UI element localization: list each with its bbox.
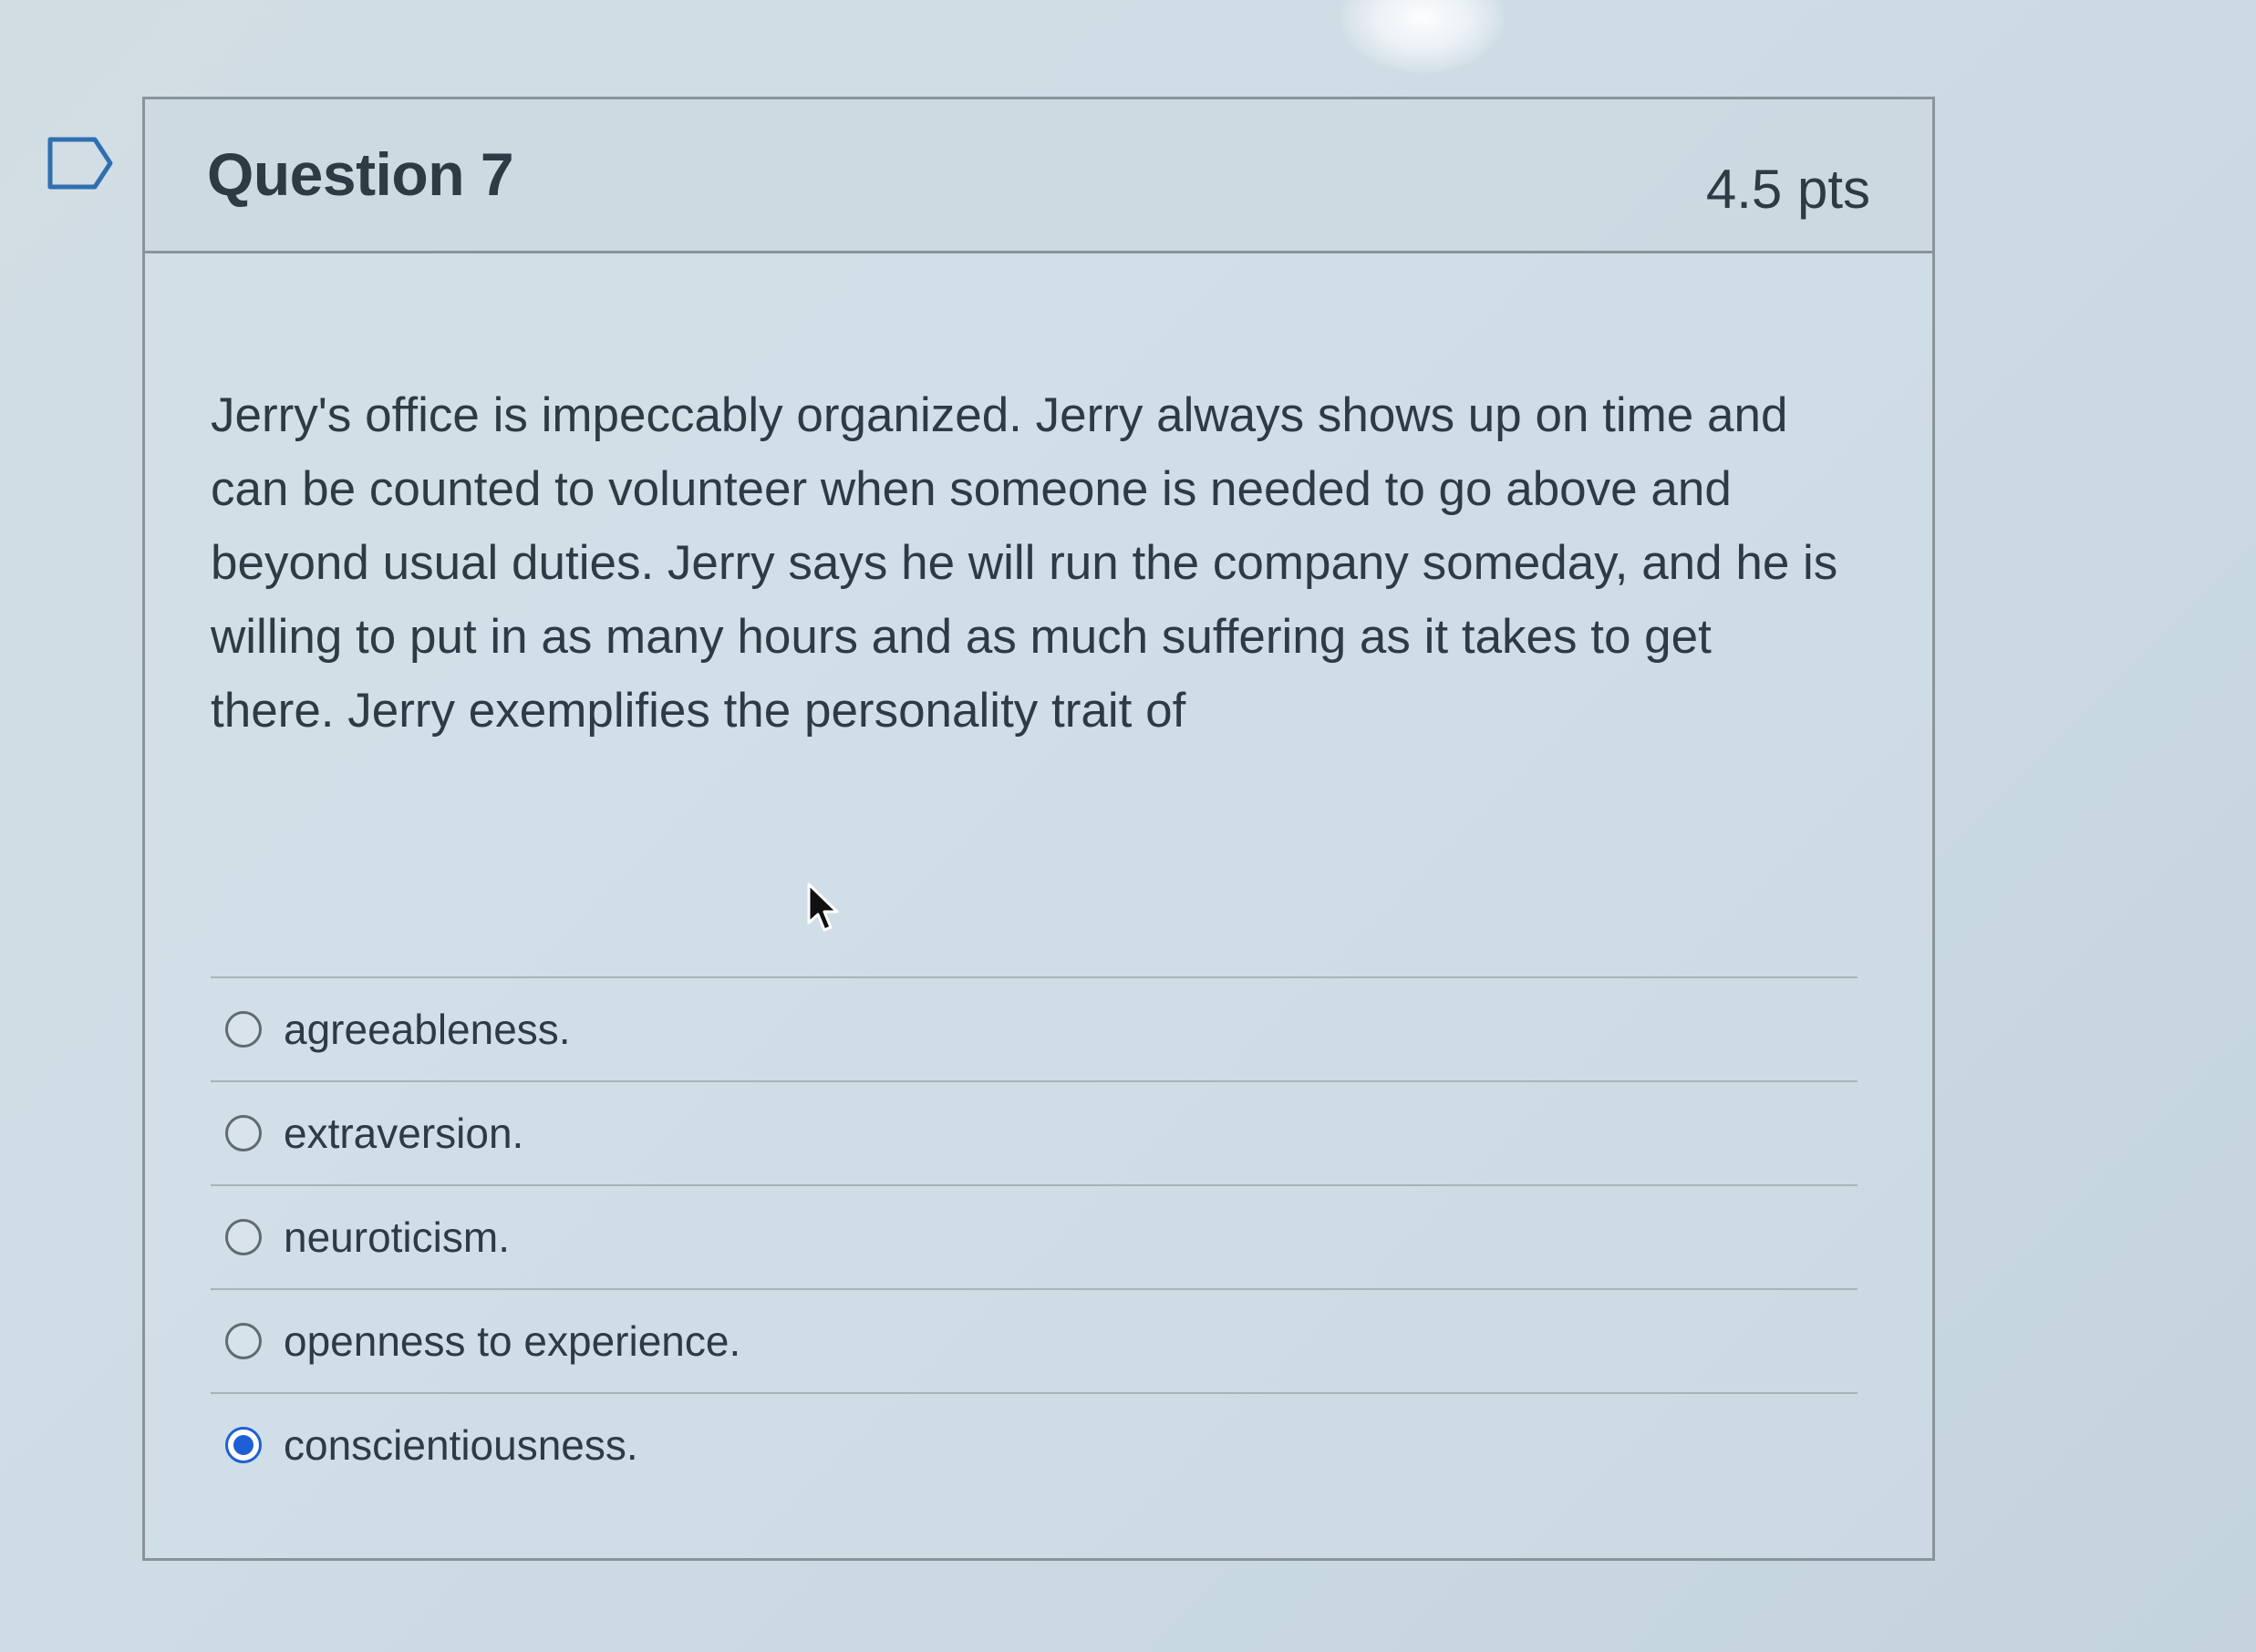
answer-label[interactable]: extraversion. <box>284 1109 523 1158</box>
answer-option[interactable]: openness to experience. <box>211 1288 1858 1392</box>
question-points: 4.5 pts <box>1705 159 1870 220</box>
question-text: Jerry's office is impeccably organized. … <box>211 388 1838 738</box>
answer-option[interactable]: conscientiousness. <box>211 1392 1858 1496</box>
answer-label[interactable]: agreeableness. <box>284 1005 571 1054</box>
radio-button[interactable] <box>225 1011 262 1048</box>
question-title: Question 7 <box>207 140 514 208</box>
radio-button[interactable] <box>225 1115 262 1151</box>
answer-list: agreeableness. extraversion. neuroticism… <box>211 976 1858 1496</box>
answer-option[interactable]: agreeableness. <box>211 976 1858 1080</box>
flag-question-icon[interactable] <box>47 137 113 190</box>
answer-option[interactable]: neuroticism. <box>211 1184 1858 1288</box>
question-header: Question 7 4.5 pts <box>145 99 1932 253</box>
answer-option[interactable]: extraversion. <box>211 1080 1858 1184</box>
answer-label[interactable]: conscientiousness. <box>284 1420 638 1470</box>
answer-label[interactable]: neuroticism. <box>284 1213 510 1262</box>
radio-button[interactable] <box>225 1219 262 1255</box>
screen-glare <box>1340 0 1505 73</box>
answer-label[interactable]: openness to experience. <box>284 1316 740 1366</box>
question-card: Question 7 4.5 pts Jerry's office is imp… <box>142 97 1935 1561</box>
radio-button[interactable] <box>225 1323 262 1359</box>
radio-button-selected[interactable] <box>225 1427 262 1463</box>
mouse-pointer-icon <box>807 883 839 932</box>
